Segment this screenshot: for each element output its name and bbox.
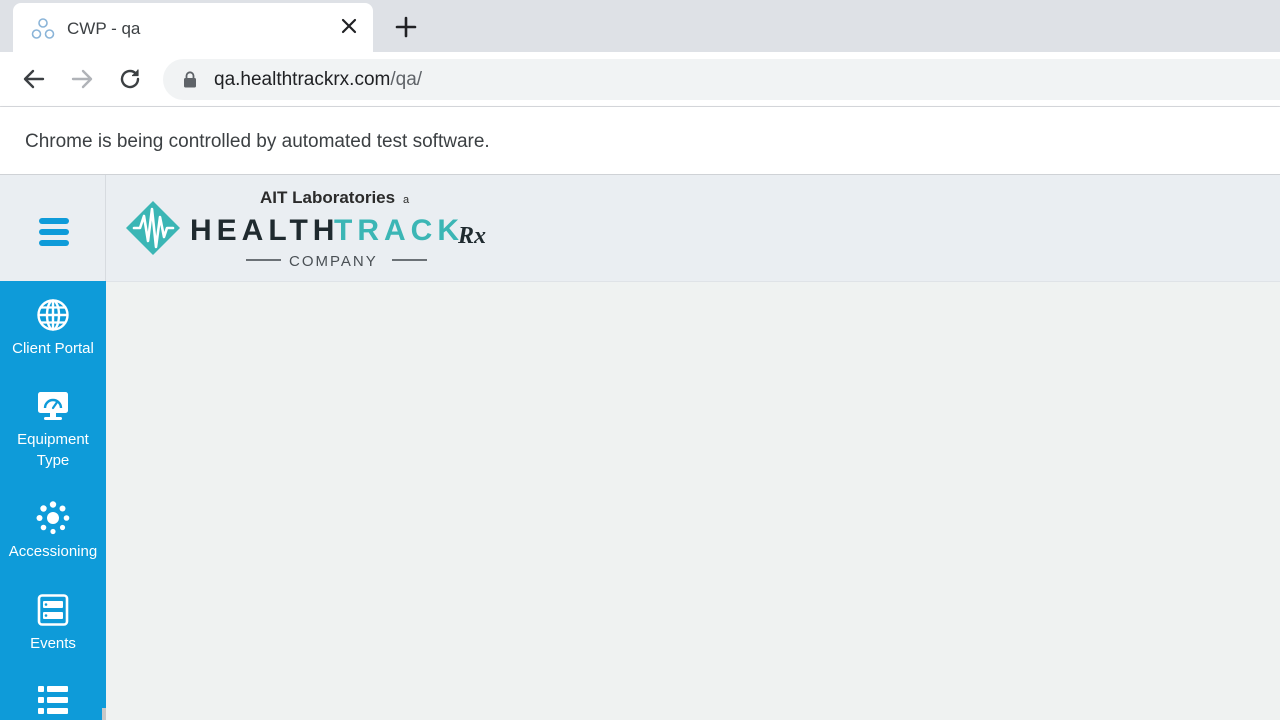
globe-icon	[37, 299, 69, 331]
spinner-icon	[36, 501, 70, 535]
address-bar[interactable]: qa.healthtrackrx.com/qa/	[163, 59, 1280, 100]
hamburger-menu-icon	[39, 218, 69, 246]
sidebar-nav: Client Portal Equipment Type Accessionin…	[0, 281, 106, 720]
back-arrow-icon[interactable]	[21, 66, 47, 92]
infobar-message: Chrome is being controlled by automated …	[25, 131, 490, 152]
tab-title: CWP - qa	[67, 19, 141, 38]
url-host: qa.healthtrackrx.com	[214, 69, 391, 90]
logo-top-suffix: a	[403, 194, 410, 206]
sidebar-item-label: Accessioning	[8, 543, 98, 560]
sidebar-item-label: Equipment Type	[17, 431, 89, 469]
logo-bottom-text: COMPANY	[289, 253, 378, 270]
logo-brand-track: TRACK	[334, 214, 464, 247]
server-list-icon	[37, 594, 69, 626]
automation-infobar: Chrome is being controlled by automated …	[0, 107, 1280, 175]
list-icon	[38, 686, 68, 714]
forward-arrow-icon[interactable]	[69, 66, 95, 92]
sidebar-item-label: Events	[30, 635, 76, 652]
monitor-gauge-icon	[38, 392, 68, 420]
reload-icon[interactable]	[117, 66, 143, 92]
logo-top-text: AIT Laboratories	[260, 188, 395, 207]
sidebar-item-accessioning[interactable]: Accessioning	[0, 501, 106, 562]
tab-favicon-icon	[31, 18, 55, 39]
sidebar-item-equipment-type[interactable]: Equipment Type	[0, 389, 106, 471]
browser-tab-strip: CWP - qa	[0, 0, 1280, 52]
logo-brand-rx: Rx	[457, 223, 486, 249]
close-icon[interactable]	[340, 17, 358, 35]
url-text[interactable]: qa.healthtrackrx.com/qa/	[214, 69, 422, 91]
sidebar-item-events[interactable]: Events	[0, 593, 106, 654]
url-path: /qa/	[390, 69, 423, 90]
app-header: AIT Laboratories a HEALTH TRACK Rx COMPA…	[0, 175, 1280, 282]
sidebar-item-label: Client Portal	[12, 340, 94, 357]
sidebar-item-list[interactable]	[0, 683, 106, 717]
lock-icon[interactable]	[183, 71, 197, 88]
hamburger-menu-button[interactable]	[0, 175, 106, 281]
main-content	[106, 282, 1280, 720]
new-tab-plus-icon[interactable]	[394, 15, 418, 39]
browser-toolbar: qa.healthtrackrx.com/qa/	[0, 52, 1280, 107]
sidebar-item-client-portal[interactable]: Client Portal	[0, 298, 106, 359]
logo-waveform-icon	[126, 201, 180, 255]
company-logo: AIT Laboratories a HEALTH TRACK Rx COMPA…	[126, 188, 486, 270]
logo-brand-health: HEALTH	[190, 214, 339, 247]
browser-tab[interactable]: CWP - qa	[13, 3, 373, 52]
